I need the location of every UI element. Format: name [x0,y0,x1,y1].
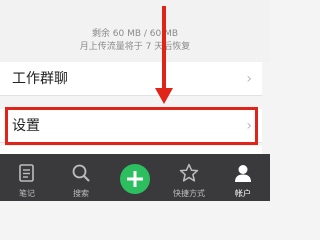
tab-add[interactable] [108,154,162,201]
add-button[interactable] [120,164,150,194]
bottom-tab-bar: 笔记 搜索 快捷方式 帐户 [0,154,270,201]
menu-item-label: 工作群聊 [12,71,68,87]
quota-remaining-text: 剩余 60 MB / 60 MB [91,29,179,39]
add-icon [127,171,143,187]
tab-label: 快捷方式 [173,189,205,198]
tab-shortcuts[interactable]: 快捷方式 [162,154,216,201]
tab-label: 笔记 [19,189,35,198]
chevron-right-icon: › [246,71,252,87]
tab-notes[interactable]: 笔记 [0,154,54,201]
account-icon [235,165,251,182]
highlight-box [5,107,258,145]
quota-reset-note: 月上传流量将于 7 天后恢复 [79,42,191,52]
tab-label: 搜索 [73,189,89,198]
storage-quota-panel: 剩余 60 MB / 60 MB 月上传流量将于 7 天后恢复 [0,0,270,62]
tab-search[interactable]: 搜索 [54,154,108,201]
search-icon [72,164,90,182]
tab-label: 帐户 [235,189,251,198]
tab-account[interactable]: 帐户 [216,154,270,201]
star-icon [179,163,199,182]
notes-icon [19,164,34,182]
menu-item-work-chat[interactable]: 工作群聊 › [0,62,262,96]
